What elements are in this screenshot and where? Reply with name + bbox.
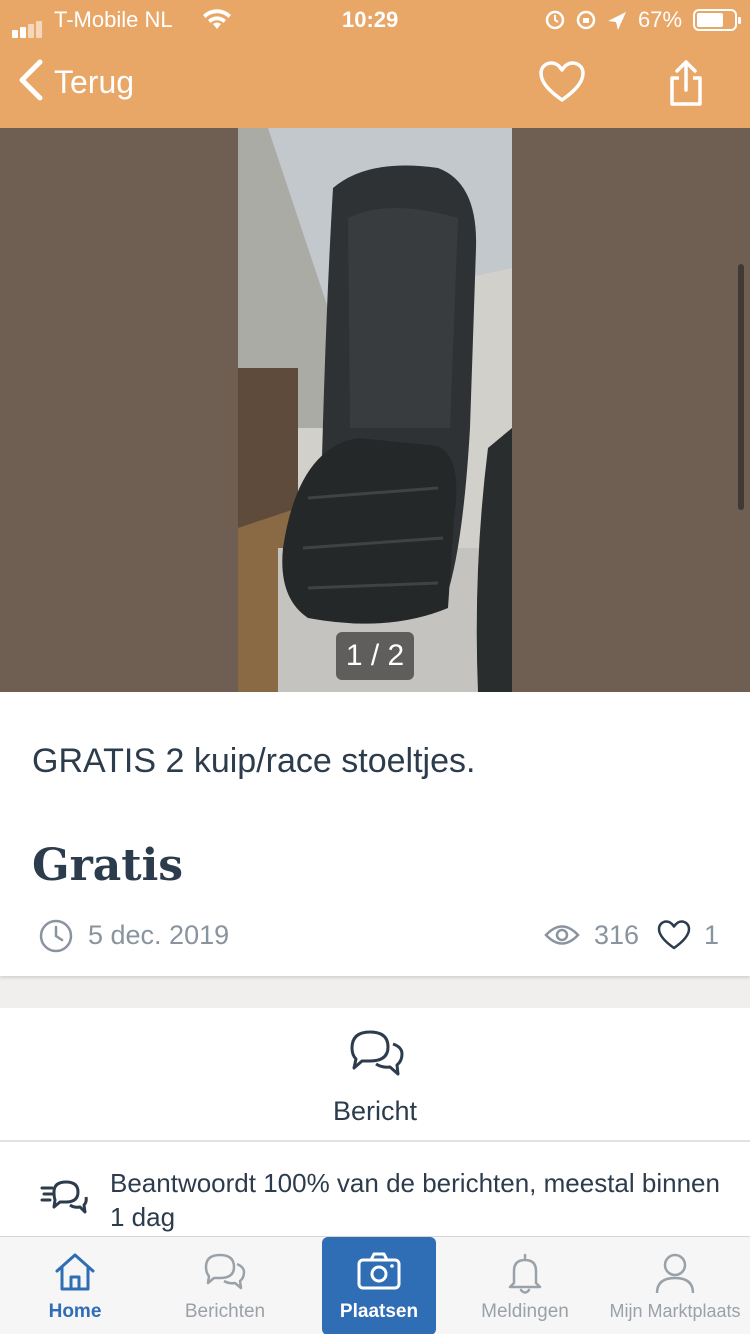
clock-time: 10:29 — [342, 7, 399, 32]
tab-plaatsen-label: Plaatsen — [339, 1301, 419, 1322]
view-count: 316 — [594, 920, 640, 950]
message-section: Bericht Beantwoordt 100% van de berichte… — [0, 1008, 750, 1238]
fast-reply-icon — [40, 1178, 88, 1223]
message-button[interactable]: Bericht — [0, 1008, 750, 1140]
clock-icon — [38, 918, 74, 961]
response-rate-text: Beantwoordt 100% van de berichten, meest… — [110, 1168, 720, 1232]
home-icon — [0, 1251, 150, 1293]
heart-outline-icon — [656, 919, 692, 958]
listing-meta: 5 dec. 2019 316 1 — [32, 916, 720, 958]
battery-icon — [693, 9, 741, 31]
tab-bar: Home Berichten Plaatsen Meldingen Mijn M… — [0, 1236, 750, 1334]
listing-price: Gratis — [32, 840, 184, 891]
scrollbar[interactable] — [738, 264, 744, 510]
wifi-icon — [202, 8, 232, 38]
listing-date: 5 dec. 2019 — [88, 920, 230, 950]
listing-info-card: GRATIS 2 kuip/race stoeltjes. Gratis 5 d… — [0, 692, 750, 976]
chevron-left-icon — [16, 58, 46, 107]
tab-mijn-marktplaats-label: Mijn Marktplaats — [609, 1301, 741, 1321]
carrier-label: T-Mobile NL — [54, 7, 173, 32]
divider — [0, 1140, 750, 1142]
status-icons — [544, 8, 632, 38]
favorite-button[interactable] — [538, 60, 586, 109]
tab-meldingen-label: Meldingen — [481, 1301, 569, 1322]
tab-home[interactable]: Home — [0, 1237, 150, 1334]
signal-icon — [12, 12, 44, 38]
user-icon — [602, 1251, 748, 1295]
photo-gallery[interactable]: 1 / 2 — [0, 128, 750, 692]
tab-plaatsen[interactable]: Plaatsen — [322, 1237, 436, 1334]
share-button[interactable] — [666, 58, 706, 113]
status-bar: T-Mobile NL 10:29 67% — [0, 0, 750, 40]
back-button[interactable]: Terug — [16, 58, 134, 107]
heart-icon — [538, 61, 586, 108]
camera-icon — [322, 1251, 436, 1291]
tab-berichten[interactable]: Berichten — [150, 1237, 300, 1334]
share-icon — [666, 60, 706, 112]
tab-meldingen[interactable]: Meldingen — [450, 1237, 600, 1334]
eye-icon — [544, 922, 580, 955]
listing-photo[interactable] — [238, 128, 512, 692]
chat-icon — [346, 1026, 406, 1087]
top-bar: T-Mobile NL 10:29 67% Terug — [0, 0, 750, 128]
listing-title: GRATIS 2 kuip/race stoeltjes. — [32, 742, 476, 780]
tab-home-label: Home — [48, 1301, 102, 1322]
navigation-bar: Terug — [0, 48, 750, 120]
favorite-count: 1 — [704, 920, 720, 950]
photo-counter: 1 / 2 — [336, 632, 414, 680]
chat-icon — [150, 1251, 300, 1293]
tab-mijn-marktplaats[interactable]: Mijn Marktplaats — [602, 1237, 748, 1334]
message-button-label: Bericht — [332, 1096, 418, 1126]
bell-icon — [450, 1251, 600, 1295]
battery-percentage: 67% — [638, 7, 683, 32]
tab-berichten-label: Berichten — [184, 1301, 266, 1322]
back-label: Terug — [54, 64, 135, 100]
